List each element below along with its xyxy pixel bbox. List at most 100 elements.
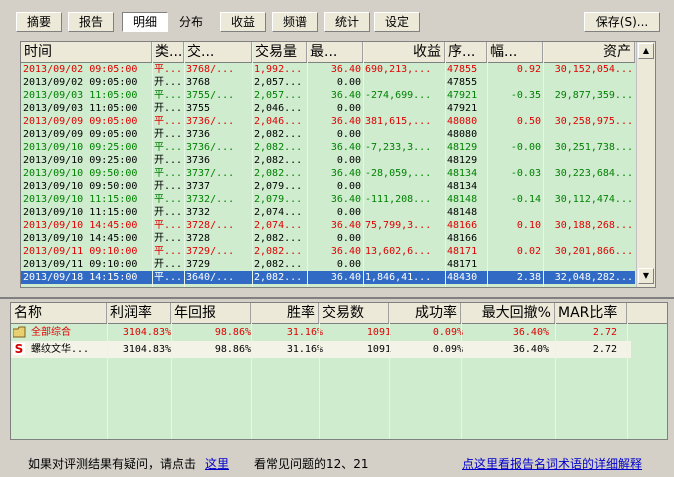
cell-max: 36.40 (330, 116, 361, 127)
cell-type: 平... (154, 272, 183, 283)
cell-trade: 3640/... (186, 272, 235, 283)
cell-trade: 3768/... (186, 64, 235, 75)
cell-profit: 690,213,... (365, 64, 432, 75)
cell-amplitude: -0.03 (510, 168, 541, 179)
cell-volume: 2,046... (254, 103, 303, 114)
col-header-type[interactable]: 类... (152, 42, 184, 62)
cell-assets (543, 154, 635, 167)
cell-assets (543, 102, 635, 115)
trade-detail-grid: 时间 类... 交... 交易量 最... 收益 序... 幅... 资产 20… (20, 41, 656, 288)
cell-volume: 2,074... (254, 207, 303, 218)
cell-amplitude (487, 232, 543, 245)
column-separator (251, 323, 252, 439)
cell-name: 螺纹文华... (31, 344, 90, 355)
cell-amplitude (487, 102, 543, 115)
cell-volume: 2,079... (254, 181, 303, 192)
tab-profit[interactable]: 收益 (220, 12, 266, 32)
column-separator (445, 42, 446, 287)
cell-time: 2013/09/10 11:15:00 (23, 207, 138, 218)
cell-assets (543, 258, 635, 271)
tab-distribution[interactable]: 分布 (168, 12, 214, 32)
cell-amplitude: 0.10 (516, 220, 541, 231)
cell-trade: 3736/... (186, 116, 235, 127)
cell-mar-ratio: 2.72 (592, 344, 617, 355)
cell-type: 开... (154, 207, 183, 218)
col-header-volume[interactable]: 交易量 (252, 42, 307, 62)
cell-trade-count: 1091 (366, 327, 391, 338)
cell-trade: 3732 (186, 207, 211, 218)
cell-time: 2013/09/03 11:05:00 (23, 90, 138, 101)
cell-profit-rate: 3104.83% (122, 327, 171, 338)
summary-row[interactable]: 全部综合 3104.83% 98.86% 31.16% 1091 0.09% 36.40% 2… (11, 324, 631, 341)
cell-volume: 2,082... (254, 233, 303, 244)
cell-assets: 32,048,282... (554, 272, 633, 283)
col-header-success-rate[interactable]: 成功率 (389, 303, 461, 323)
vertical-scrollbar[interactable]: ▲ ▼ (636, 42, 655, 287)
cell-type: 平... (154, 142, 183, 153)
cell-time: 2013/09/02 09:05:00 (23, 77, 138, 88)
cell-profit (363, 232, 445, 245)
tab-settings[interactable]: 设定 (374, 12, 420, 32)
column-separator (461, 323, 462, 439)
tab-statistics[interactable]: 统计 (324, 12, 370, 32)
col-header-assets[interactable]: 资产 (543, 42, 635, 62)
tab-detail[interactable]: 明细 (122, 12, 168, 32)
cell-success-rate: 0.09% (432, 344, 463, 355)
cell-amplitude (487, 128, 543, 141)
cell-profit: -7,233,3... (365, 142, 432, 153)
cell-time: 2013/09/10 11:15:00 (23, 194, 138, 205)
cell-seq: 47855 (447, 64, 478, 75)
cell-type: 平... (154, 64, 183, 75)
cell-profit: 1,846,41... (365, 272, 432, 283)
scroll-up-arrow-icon[interactable]: ▲ (638, 43, 654, 59)
cell-volume: 2,079... (254, 194, 303, 205)
cell-trade-count: 1091 (366, 344, 391, 355)
col-header-profit[interactable]: 收益 (363, 42, 445, 62)
cell-volume: 2,082... (254, 272, 303, 283)
summary-row[interactable]: S 螺纹文华... 3104.83% 98.86% 31.16% 1091 0.09% 36.… (11, 341, 631, 358)
col-header-max[interactable]: 最... (307, 42, 363, 62)
col-header-name[interactable]: 名称 (11, 303, 107, 323)
cell-profit: -111,208... (365, 194, 432, 205)
cell-type: 开... (154, 129, 183, 140)
col-header-trade[interactable]: 交... (184, 42, 252, 62)
cell-profit: 381,615,... (365, 116, 432, 127)
column-separator (487, 42, 488, 287)
col-header-trade-count[interactable]: 交易数 (319, 303, 389, 323)
tab-report[interactable]: 报告 (68, 12, 114, 32)
pane-splitter[interactable] (0, 297, 674, 299)
cell-seq: 48080 (447, 116, 478, 127)
col-header-profit-rate[interactable]: 利润率 (107, 303, 171, 323)
faq-link[interactable]: 这里 (205, 455, 229, 472)
footer-faq-text: 看常见问题的12、21 (254, 457, 369, 471)
col-header-mar-ratio[interactable]: MAR比率 (555, 303, 627, 323)
col-header-annual-return[interactable]: 年回报 (171, 303, 251, 323)
cell-profit: 75,799,3... (365, 220, 432, 231)
scroll-down-arrow-icon[interactable]: ▼ (638, 268, 654, 284)
col-header-win-rate[interactable]: 胜率 (251, 303, 319, 323)
tab-spectrum[interactable]: 频谱 (272, 12, 318, 32)
cell-seq: 48171 (447, 246, 478, 257)
cell-trade: 3755/... (186, 90, 235, 101)
cell-seq: 48148 (447, 207, 478, 218)
cell-volume: 2,057... (254, 77, 303, 88)
cell-trade: 3728 (186, 233, 211, 244)
cell-volume: 2,046... (254, 116, 303, 127)
cell-max-drawdown: 36.40% (512, 344, 549, 355)
col-header-max-drawdown[interactable]: 最大回撤% (461, 303, 555, 323)
cell-profit (363, 180, 445, 193)
save-button[interactable]: 保存(S)... (584, 12, 660, 32)
col-header-seq[interactable]: 序... (445, 42, 487, 62)
cell-win-rate: 31.16% (286, 327, 323, 338)
cell-max: 36.40 (330, 64, 361, 75)
col-header-amplitude[interactable]: 幅... (487, 42, 543, 62)
cell-amplitude (487, 76, 543, 89)
cell-max: 36.40 (330, 194, 361, 205)
glossary-link[interactable]: 点这里看报告名词术语的详细解释 (462, 455, 642, 472)
cell-name: 全部综合 (31, 327, 71, 338)
cell-assets (543, 206, 635, 219)
cell-type: 开... (154, 103, 183, 114)
col-header-time[interactable]: 时间 (21, 42, 152, 62)
cell-time: 2013/09/10 09:25:00 (23, 155, 138, 166)
tab-summary[interactable]: 摘要 (16, 12, 62, 32)
